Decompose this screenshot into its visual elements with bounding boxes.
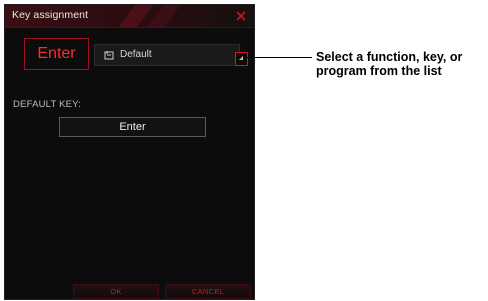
title-bar[interactable]: Key assignment bbox=[5, 5, 254, 28]
dropdown-field[interactable]: Default bbox=[94, 44, 240, 66]
screenshot-stage: Key assignment Enter Default DEFAULT KEY… bbox=[0, 0, 488, 301]
dialog-title: Key assignment bbox=[12, 9, 89, 21]
function-dropdown[interactable]: Default bbox=[94, 44, 248, 66]
callout-line-2: program from the list bbox=[316, 64, 442, 78]
callout-line bbox=[246, 57, 312, 58]
cancel-button[interactable]: CANCEL bbox=[165, 284, 251, 299]
callout-annotation: Select a function, key, or program from … bbox=[316, 50, 488, 78]
default-key-label: DEFAULT KEY: bbox=[13, 99, 82, 110]
dropdown-selected-value: Default bbox=[120, 49, 152, 60]
assigned-key-preview: Enter bbox=[24, 38, 89, 70]
titlebar-decoration bbox=[147, 5, 181, 27]
key-assignment-dialog: Key assignment Enter Default DEFAULT KEY… bbox=[4, 4, 255, 300]
dropdown-arrow-icon bbox=[239, 56, 243, 60]
callout-line-1: Select a function, key, or bbox=[316, 50, 463, 64]
default-key-value: Enter bbox=[59, 117, 206, 137]
default-item-icon bbox=[104, 51, 114, 60]
titlebar-decoration bbox=[119, 5, 153, 27]
dropdown-arrow-button[interactable] bbox=[235, 52, 248, 66]
close-icon[interactable] bbox=[236, 11, 246, 21]
ok-button[interactable]: OK bbox=[73, 284, 159, 299]
